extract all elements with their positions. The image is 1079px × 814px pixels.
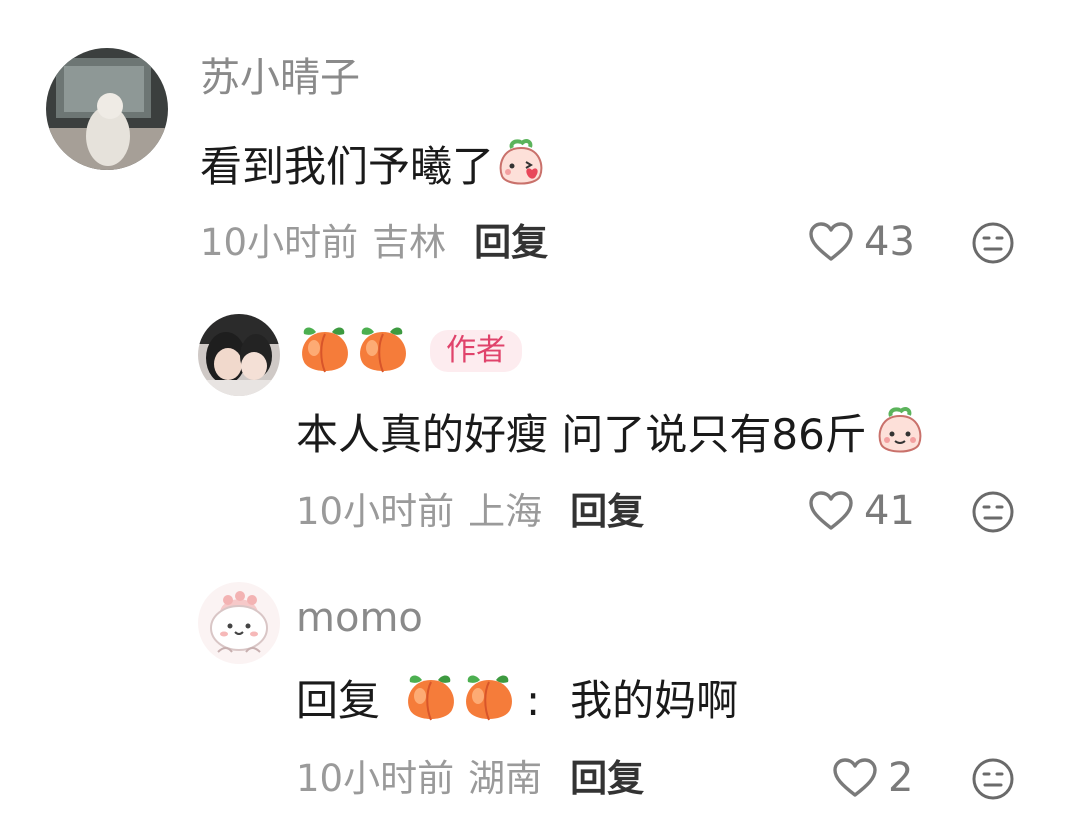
timestamp: 10小时前 <box>200 221 359 264</box>
comment-meta: 10小时前 吉林 回复 <box>200 224 548 261</box>
colon: : <box>526 675 541 725</box>
comment-text-body: 本人真的好瘦 问了说只有86斤 <box>296 409 867 459</box>
reply-prefix: 回复 <box>296 675 381 725</box>
dislike-button[interactable] <box>970 756 1016 806</box>
peach-kiss-emoji <box>494 136 548 197</box>
like-button[interactable]: 2 <box>832 757 913 799</box>
location: 湖南 <box>468 757 543 800</box>
peach-emoji <box>402 668 460 733</box>
peach-smile-emoji <box>873 404 927 465</box>
like-count: 41 <box>864 488 915 534</box>
comment-text-body: 看到我们予曦了 <box>200 141 495 191</box>
dislike-button[interactable] <box>970 220 1016 270</box>
heart-outline-icon <box>809 222 853 261</box>
reply-button[interactable]: 回复 <box>474 224 548 261</box>
like-button[interactable]: 43 <box>808 221 915 263</box>
username[interactable]: 苏小晴子 <box>200 58 360 98</box>
location: 吉林 <box>372 221 447 264</box>
avatar[interactable] <box>198 314 280 396</box>
heart-outline-icon <box>833 758 877 797</box>
comment-text-body: 我的妈啊 <box>570 675 739 725</box>
comment-text: 本人真的好瘦 问了说只有86斤 <box>296 404 927 465</box>
avatar[interactable] <box>198 582 280 664</box>
peach-emoji <box>296 320 354 382</box>
like-button[interactable]: 41 <box>808 490 915 532</box>
author-badge: 作者 <box>430 330 522 372</box>
comment-text: 看到我们予曦了 <box>200 136 548 197</box>
dislike-button[interactable] <box>970 489 1016 539</box>
like-count: 43 <box>864 219 915 265</box>
like-count: 2 <box>888 755 914 801</box>
reply-button[interactable]: 回复 <box>570 760 644 797</box>
heart-outline-icon <box>809 491 853 530</box>
timestamp: 10小时前 <box>296 490 455 533</box>
comment-meta: 10小时前 上海 回复 <box>296 493 644 530</box>
peach-emoji <box>460 668 518 733</box>
comment-text: 回复 : 我的妈啊 <box>296 668 738 733</box>
peach-emoji <box>354 320 412 382</box>
username[interactable]: momo <box>296 598 423 638</box>
neutral-face-icon <box>972 758 1014 800</box>
location: 上海 <box>468 490 543 533</box>
neutral-face-icon <box>972 222 1014 264</box>
comment-meta: 10小时前 湖南 回复 <box>296 760 644 797</box>
avatar[interactable] <box>46 48 168 170</box>
author-row: 作者 <box>296 320 522 382</box>
reply-button[interactable]: 回复 <box>570 493 644 530</box>
timestamp: 10小时前 <box>296 757 455 800</box>
neutral-face-icon <box>972 491 1014 533</box>
